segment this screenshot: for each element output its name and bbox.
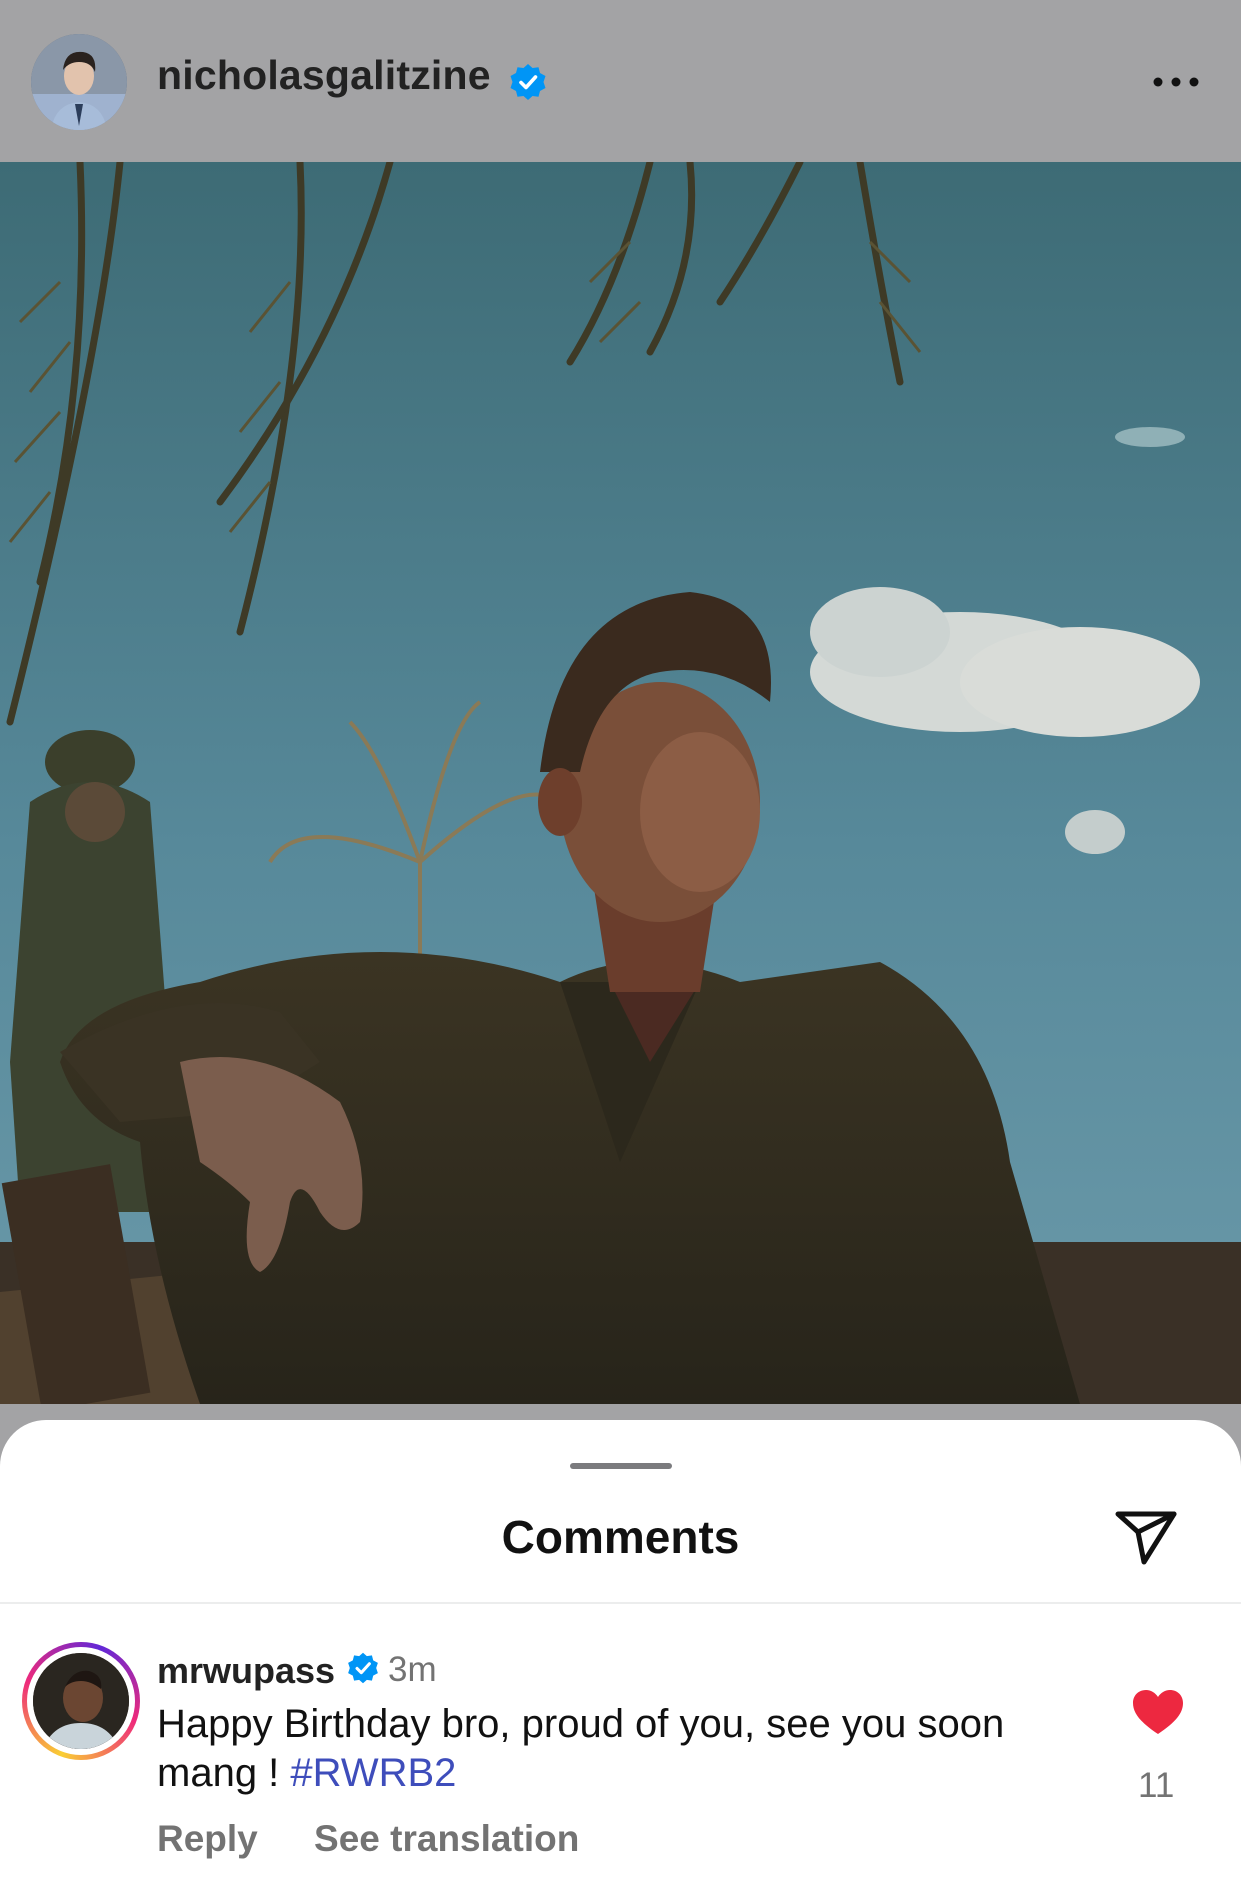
post-photo[interactable] bbox=[0, 162, 1241, 1404]
author-avatar[interactable] bbox=[31, 34, 127, 130]
comment-hashtag-link[interactable]: #RWRB2 bbox=[290, 1751, 456, 1795]
sheet-divider bbox=[0, 1602, 1241, 1604]
more-horizontal-icon[interactable] bbox=[1148, 62, 1204, 102]
verified-badge-icon bbox=[510, 64, 546, 100]
see-translation-button[interactable]: See translation bbox=[314, 1818, 579, 1859]
avatar-ring-gap bbox=[27, 1647, 135, 1755]
commenter-username[interactable]: mrwupass bbox=[157, 1650, 335, 1692]
comment-timestamp: 3m bbox=[388, 1650, 437, 1689]
like-count: 11 bbox=[1138, 1766, 1175, 1805]
send-icon[interactable] bbox=[1110, 1500, 1182, 1572]
comment-body: Happy Birthday bro, proud of you, see yo… bbox=[157, 1702, 1005, 1795]
sheet-title: Comments bbox=[501, 1511, 740, 1563]
commenter-avatar[interactable] bbox=[22, 1642, 140, 1760]
comment-text: Happy Birthday bro, proud of you, see yo… bbox=[157, 1700, 1017, 1798]
reply-button[interactable]: Reply bbox=[157, 1818, 258, 1859]
author-username[interactable]: nicholasgalitzine bbox=[157, 52, 491, 99]
commenter-avatar-image bbox=[33, 1653, 129, 1749]
sheet-grabber[interactable] bbox=[570, 1463, 672, 1469]
post-photo-illustration bbox=[0, 162, 1241, 1404]
heart-icon[interactable] bbox=[1130, 1688, 1186, 1738]
comment-actions: Reply See translation bbox=[157, 1818, 625, 1860]
verified-badge-icon bbox=[348, 1652, 378, 1684]
